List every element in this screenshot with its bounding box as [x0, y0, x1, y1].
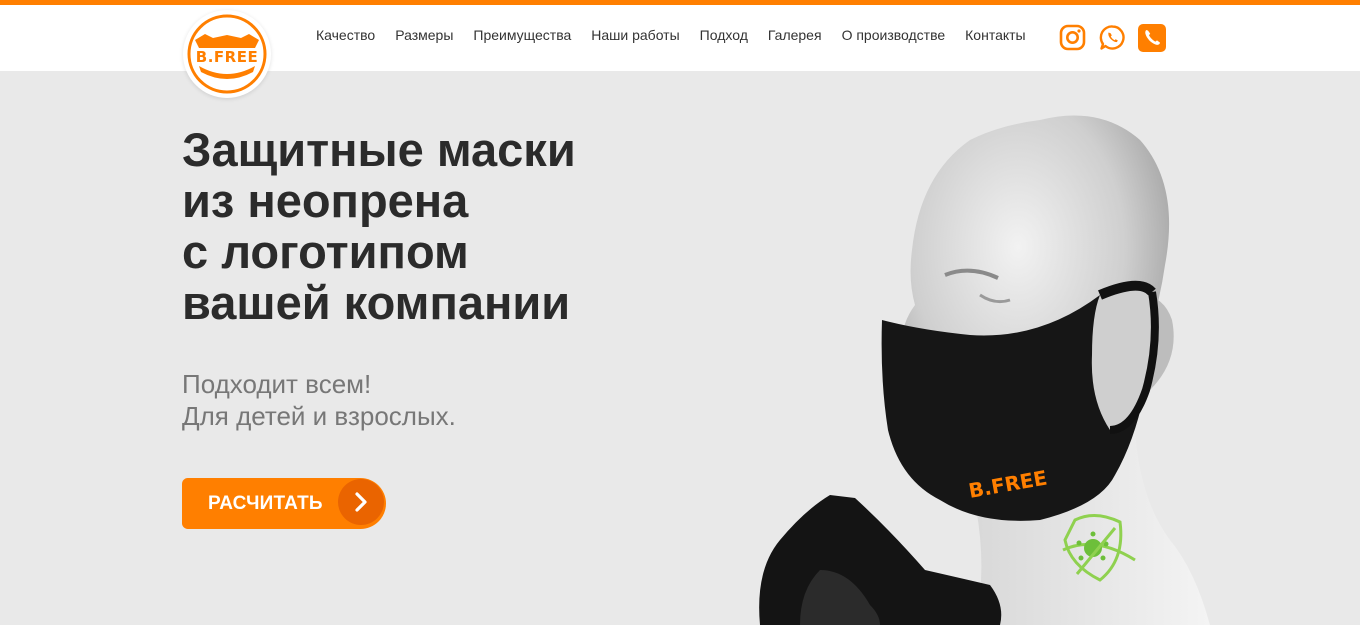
hero-title-line: Защитные маски [182, 123, 576, 176]
nav-item-advantages[interactable]: Преимущества [473, 27, 571, 43]
hero-subtitle: Подходит всем! Для детей и взрослых. [182, 368, 602, 432]
hero-title: Защитные маски из неопрена с логотипом в… [182, 124, 702, 328]
logo-wordmark: B.FREE [195, 48, 259, 66]
nav-item-sizes[interactable]: Размеры [395, 27, 453, 43]
hero-subtitle-line: Подходит всем! [182, 369, 372, 399]
brand-logo[interactable]: B.FREE [183, 10, 271, 98]
nav-item-approach[interactable]: Подход [700, 27, 748, 43]
hero-title-line: с логотипом [182, 225, 469, 278]
whatsapp-icon[interactable] [1099, 24, 1126, 51]
nav-item-our-works[interactable]: Наши работы [591, 27, 679, 43]
hero-subtitle-line: Для детей и взрослых. [182, 401, 456, 431]
main-nav: Качество Размеры Преимущества Наши работ… [316, 27, 1046, 43]
nav-item-quality[interactable]: Качество [316, 27, 375, 43]
phone-icon[interactable] [1138, 24, 1166, 52]
nav-item-contacts[interactable]: Контакты [965, 27, 1025, 43]
nav-item-gallery[interactable]: Галерея [768, 27, 822, 43]
chevron-right-icon [338, 479, 384, 525]
calculate-button-label: РАСЧИТАТЬ [208, 493, 323, 514]
hero-title-line: из неопрена [182, 174, 469, 227]
hero-title-line: вашей компании [182, 276, 571, 329]
nav-item-production[interactable]: О производстве [842, 27, 946, 43]
hero-mask-illustration: B.FREE [740, 100, 1220, 625]
instagram-icon[interactable] [1059, 24, 1086, 51]
calculate-button[interactable]: РАСЧИТАТЬ [182, 478, 386, 529]
